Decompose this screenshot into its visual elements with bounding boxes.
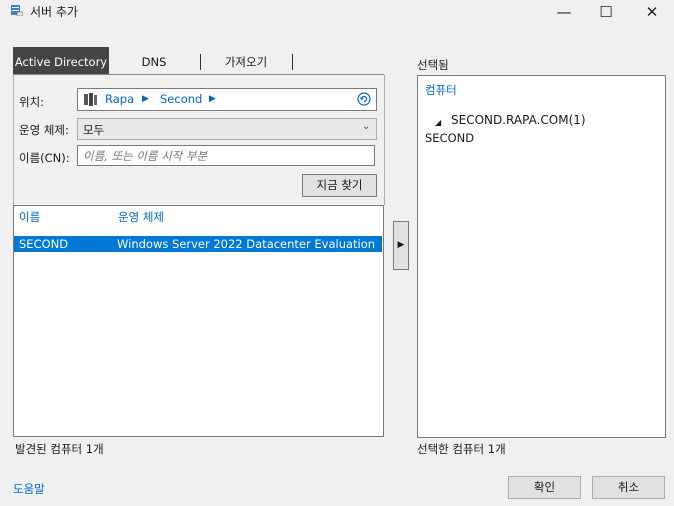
tab-dns[interactable]: DNS [128, 47, 180, 74]
location-label: 위치: [19, 95, 45, 109]
row-name: SECOND [19, 237, 69, 251]
chevron-right-icon: ▶ [209, 94, 216, 104]
table-row[interactable]: SECOND Windows Server 2022 Datacenter Ev… [14, 236, 382, 252]
close-button[interactable]: ✕ [629, 0, 674, 26]
cancel-button[interactable]: 취소 [592, 476, 665, 499]
selected-list[interactable] [417, 75, 666, 438]
maximize-button[interactable]: ☐ [583, 0, 629, 26]
chevron-down-icon: ⌄ [362, 121, 371, 132]
breadcrumb-rapa[interactable]: Rapa [105, 92, 134, 106]
selected-item[interactable]: SECOND [425, 131, 474, 145]
add-to-selected-button[interactable]: ▶ [393, 221, 409, 270]
selected-title: 선택됨 [417, 58, 449, 72]
tab-separator [292, 54, 293, 70]
selected-column-header[interactable]: 컴퓨터 [425, 82, 457, 98]
tab-separator [200, 54, 201, 70]
find-now-button[interactable]: 지금 찾기 [302, 174, 377, 197]
help-link[interactable]: 도움말 [13, 481, 45, 497]
window-title: 서버 추가 [30, 5, 78, 19]
collapse-triangle-icon[interactable]: ◢ [435, 116, 441, 130]
chevron-right-icon: ▶ [142, 94, 149, 104]
tab-import[interactable]: 가져오기 [206, 47, 286, 74]
row-os: Windows Server 2022 Datacenter Evaluatio… [117, 237, 376, 251]
tab-active-directory[interactable]: Active Directory [13, 47, 109, 74]
arrow-right-icon: ▶ [397, 240, 405, 250]
name-label: 이름(CN): [19, 151, 70, 165]
domain-icon [84, 93, 97, 106]
minimize-button[interactable]: — [541, 0, 587, 26]
os-dropdown[interactable]: 모두 ⌄ [77, 118, 377, 140]
refresh-icon[interactable] [357, 92, 371, 106]
ok-button[interactable]: 확인 [508, 476, 581, 499]
column-header-name[interactable]: 이름 [19, 209, 40, 225]
breadcrumb-second[interactable]: Second [160, 92, 202, 106]
os-selected-value: 모두 [83, 123, 105, 137]
found-count: 발견된 컴퓨터 1개 [15, 442, 104, 456]
selected-count: 선택한 컴퓨터 1개 [417, 442, 506, 456]
server-manager-icon [11, 5, 23, 16]
selected-group: SECOND.RAPA.COM(1) [451, 113, 586, 127]
column-header-os[interactable]: 운영 체제 [118, 209, 164, 225]
name-input[interactable] [77, 145, 375, 166]
location-field[interactable]: Rapa ▶ Second ▶ [77, 88, 377, 111]
os-label: 운영 체제: [19, 123, 69, 137]
